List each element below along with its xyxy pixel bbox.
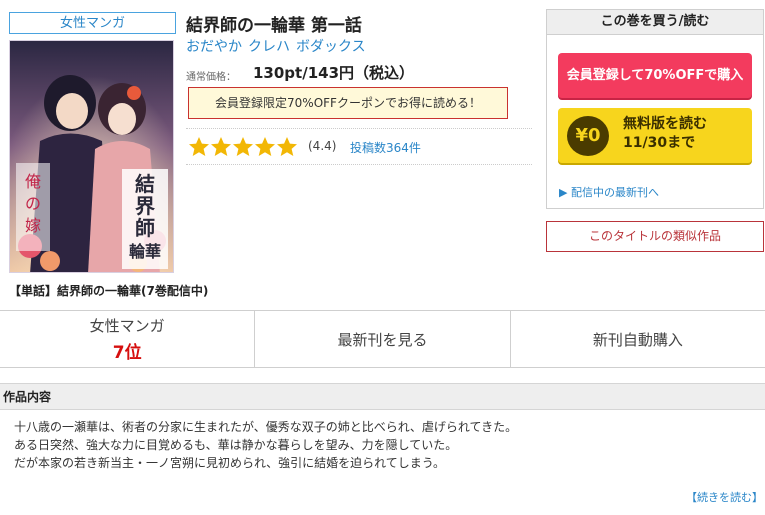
- genre-tag[interactable]: 女性マンガ: [9, 12, 176, 34]
- description-body: 十八歳の一瀬華は、術者の分家に生まれたが、優秀な双子の姉と比べられ、虐げられてき…: [14, 418, 754, 472]
- star-filled-icon: [189, 137, 209, 156]
- description-line: だが本家の若き新当主・一ノ宮朔に見初められ、強引に結婚を迫られてしまう。: [14, 456, 446, 470]
- description-line: 十八歳の一瀬華は、術者の分家に生まれたが、優秀な双子の姉と比べられ、虐げられてき…: [14, 420, 518, 434]
- description-heading: 作品内容: [0, 383, 765, 410]
- star-filled-icon: [255, 137, 275, 156]
- cover-illustration: 結 界 師 輪華 俺 の 嫁: [10, 41, 173, 272]
- description-line: ある日突然、強大な力に目覚めるも、華は静かな暮らしを望み、力を隠していた。: [14, 438, 458, 452]
- read-more-link[interactable]: 【続きを読む】: [686, 489, 763, 505]
- rating-stars: [188, 136, 298, 158]
- series-label: 【単話】結界師の一輪華(7巻配信中): [9, 284, 209, 298]
- price-value: 130pt/143円（税込）: [253, 64, 415, 82]
- auto-purchase-button[interactable]: 新刊自動購入: [511, 311, 765, 367]
- divider: [186, 128, 532, 129]
- view-latest-label: 最新刊を見る: [337, 330, 428, 349]
- review-count-link[interactable]: 投稿数364件: [350, 139, 421, 156]
- svg-text:界: 界: [135, 194, 155, 218]
- svg-text:結: 結: [135, 172, 155, 196]
- svg-text:俺: 俺: [25, 172, 41, 191]
- buy-panel-header: この巻を買う/読む: [547, 10, 763, 35]
- author-list: おだやか クレハ ボダックス: [186, 36, 372, 56]
- author-link[interactable]: おだやか: [186, 39, 242, 55]
- svg-text:師: 師: [135, 216, 155, 240]
- ranking-genre-label: 女性マンガ: [89, 317, 165, 335]
- ranking-value: 7位: [112, 343, 142, 363]
- svg-text:輪華: 輪華: [129, 242, 161, 261]
- book-title: 結界師の一輪華 第一話: [186, 16, 362, 36]
- book-cover-image[interactable]: 結 界 師 輪華 俺 の 嫁: [9, 40, 174, 273]
- similar-titles-button[interactable]: このタイトルの類似作品: [546, 221, 764, 252]
- star-filled-icon: [233, 137, 253, 156]
- coupon-banner[interactable]: 会員登録限定70%OFFクーポンでお得に読める！: [188, 87, 508, 119]
- free-until-date: 11/30まで: [623, 135, 696, 151]
- star-filled-icon: [211, 137, 231, 156]
- divider: [186, 164, 532, 165]
- stats-row: 女性マンガ 7位 最新刊を見る 新刊自動購入: [0, 310, 765, 368]
- read-free-line: 無料版を読む: [623, 116, 707, 132]
- rating-score: (4.4): [308, 139, 337, 153]
- svg-text:の: の: [25, 194, 41, 213]
- register-purchase-button[interactable]: 会員登録して70%OFFで購入: [558, 53, 752, 98]
- auto-purchase-label: 新刊自動購入: [592, 330, 683, 349]
- price-caption: 通常価格：: [186, 72, 236, 83]
- svg-text:嫁: 嫁: [25, 216, 41, 235]
- genre-ranking-cell[interactable]: 女性マンガ 7位: [0, 311, 256, 367]
- yen-coin-icon: ¥0: [567, 116, 609, 156]
- read-free-label: 無料版を読む 11/30まで: [623, 115, 707, 153]
- latest-volume-link[interactable]: ▶ 配信中の最新刊へ: [559, 184, 659, 200]
- view-latest-button[interactable]: 最新刊を見る: [255, 311, 511, 367]
- author-link[interactable]: ボダックス: [296, 39, 366, 55]
- star-filled-icon: [277, 137, 297, 156]
- author-link[interactable]: クレハ: [248, 39, 290, 55]
